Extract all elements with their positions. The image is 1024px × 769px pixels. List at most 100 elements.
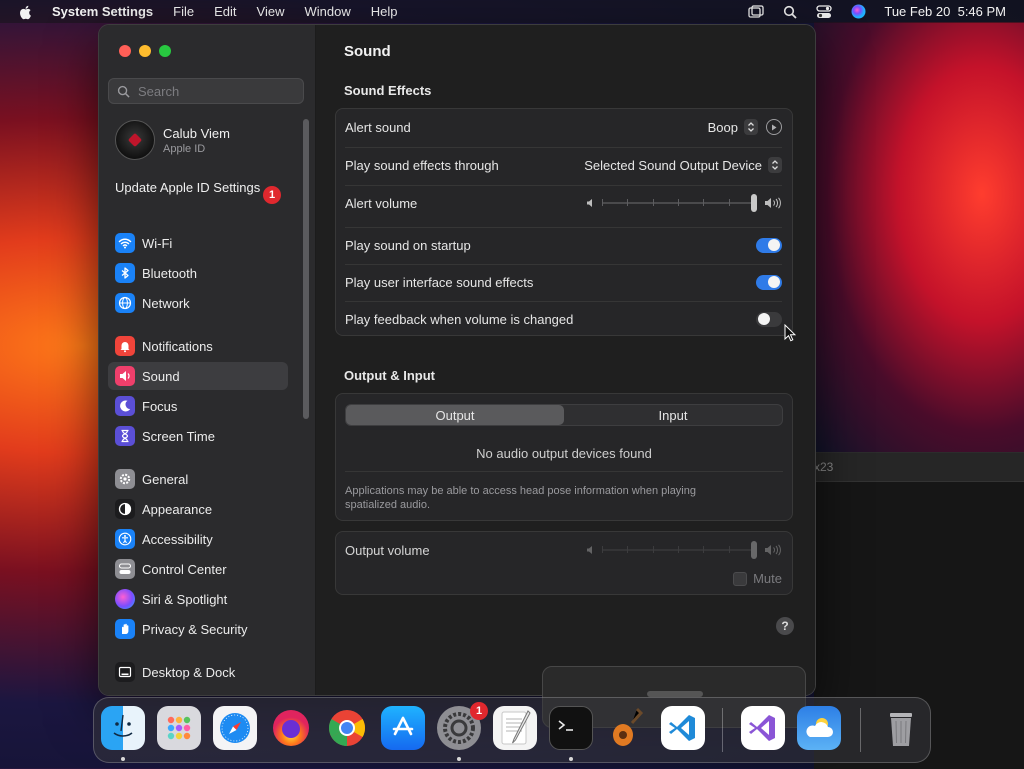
menu-clock[interactable]: Tue Feb 20 5:46 PM [884,4,1006,19]
dock-separator [722,708,723,752]
sidebar-item-accessibility[interactable]: Accessibility [108,525,288,553]
sidebar-item-bluetooth[interactable]: Bluetooth [108,259,288,287]
menu-edit[interactable]: Edit [204,4,246,19]
dock-finder[interactable] [101,706,145,750]
sidebar-item-network[interactable]: Network [108,289,288,317]
dock-garageband[interactable] [605,706,649,750]
alert-sound-label: Alert sound [345,119,411,135]
sidebar-item-screen-time[interactable]: Screen Time [108,422,288,450]
sidebar-search-field[interactable] [108,78,304,104]
ui-sound-effects-toggle[interactable] [756,274,782,290]
minimize-window-button[interactable] [139,45,151,57]
appearance-icon [115,499,135,519]
sidebar-item-general[interactable]: General [108,465,288,493]
trash-icon [890,713,912,746]
sidebar-item-desktop-dock[interactable]: Desktop & Dock [108,658,288,686]
slider-tick [678,546,679,553]
sidebar-item-privacy-security[interactable]: Privacy & Security [108,615,288,643]
output-volume-label: Output volume [345,542,430,558]
tab-output[interactable]: Output [346,405,564,425]
alert-volume-knob[interactable] [751,194,757,212]
no-devices-message: No audio output devices found [476,446,652,461]
play-alert-sound-button[interactable] [766,119,782,135]
alert-sound-value: Boop [707,119,738,135]
window-controls [119,45,171,57]
menu-window[interactable]: Window [294,4,360,19]
output-input-heading: Output & Input [344,368,435,383]
control-center-icon[interactable] [816,4,833,20]
running-indicator [569,757,573,761]
sidebar-item-siri-spotlight[interactable]: Siri & Spotlight [108,585,288,613]
mute-control[interactable]: Mute [733,571,782,586]
startup-sound-row: Play sound on startup [345,227,782,263]
bluetooth-icon [115,263,135,283]
menu-file[interactable]: File [163,4,204,19]
output-input-card: Output Input No audio output devices fou… [335,393,793,521]
dock-textedit[interactable] [493,706,537,750]
dock-icon [115,662,135,682]
menu-help[interactable]: Help [361,4,408,19]
alert-volume-slider[interactable] [586,194,782,212]
dock-visual-studio[interactable] [741,706,785,750]
tab-input[interactable]: Input [564,405,782,425]
update-apple-id-settings[interactable]: Update Apple ID Settings [115,180,285,196]
slider-tick [728,199,730,206]
avatar [115,120,155,160]
zoom-window-button[interactable] [159,45,171,57]
account-name: Calub Viem [163,125,230,141]
menu-view[interactable]: View [247,4,295,19]
dock-weather[interactable] [797,706,841,750]
apple-logo-icon[interactable] [18,4,34,20]
help-button[interactable]: ? [776,617,794,635]
sidebar-item-label: Wi-Fi [142,235,173,251]
play-through-popup[interactable]: Selected Sound Output Device [584,157,782,173]
sidebar-item-label: General [142,471,189,487]
siri-icon [115,589,135,609]
dock-separator [860,708,861,752]
speaker-low-icon [587,546,592,554]
desktop-wallpaper [814,22,1024,452]
head-pose-note: Applications may be able to access head … [345,485,696,511]
search-input[interactable] [136,82,290,100]
apple-id-account[interactable]: Calub Viem Apple ID [115,120,230,160]
output-volume-slider[interactable] [586,541,782,559]
dock-vscode[interactable] [661,706,705,750]
sidebar-item-control-center[interactable]: Control Center [108,555,288,583]
screen-mirroring-icon[interactable] [748,4,765,20]
siri-icon[interactable] [850,4,866,20]
dock-safari[interactable] [213,706,257,750]
background-window-text: x23 [814,460,834,474]
dock-terminal[interactable] [549,706,593,750]
output-volume-knob[interactable] [751,541,757,559]
dock-trash[interactable] [879,706,923,750]
sidebar-item-appearance[interactable]: Appearance [108,495,288,523]
sidebar-item-wifi[interactable]: Wi-Fi [108,229,288,257]
sidebar-scrollbar[interactable] [303,119,309,419]
sidebar-item-label: Appearance [142,501,213,517]
volume-feedback-toggle[interactable] [756,311,782,327]
startup-sound-toggle[interactable] [756,237,782,253]
sidebar-item-notifications[interactable]: Notifications [108,332,288,360]
app-store-icon [392,716,414,736]
ui-sound-effects-row: Play user interface sound effects [345,264,782,300]
dock-launchpad[interactable] [157,706,201,750]
sidebar-item-sound[interactable]: Sound [108,362,288,390]
close-window-button[interactable] [119,45,131,57]
slider-tick [652,546,654,553]
dock-app-store[interactable] [381,706,425,750]
mouse-cursor-icon [784,324,796,342]
dock-firefox[interactable] [269,706,313,750]
sound-settings-pane: Sound Sound Effects Alert sound Boop Pla… [316,25,815,695]
search-icon[interactable] [782,4,798,20]
sidebar-item-label: Screen Time [142,428,215,444]
mute-checkbox[interactable] [733,571,748,586]
menu-app-name[interactable]: System Settings [46,4,163,19]
output-volume-card: Output volume Mute [335,531,793,595]
guitar-icon [613,707,644,746]
alert-sound-popup[interactable]: Boop [708,119,758,135]
sidebar-item-focus[interactable]: Focus [108,392,288,420]
mute-label: Mute [753,571,782,586]
dock-chrome[interactable] [325,706,369,750]
sidebar-item-label: Notifications [142,338,213,354]
slider-tick [627,199,629,206]
